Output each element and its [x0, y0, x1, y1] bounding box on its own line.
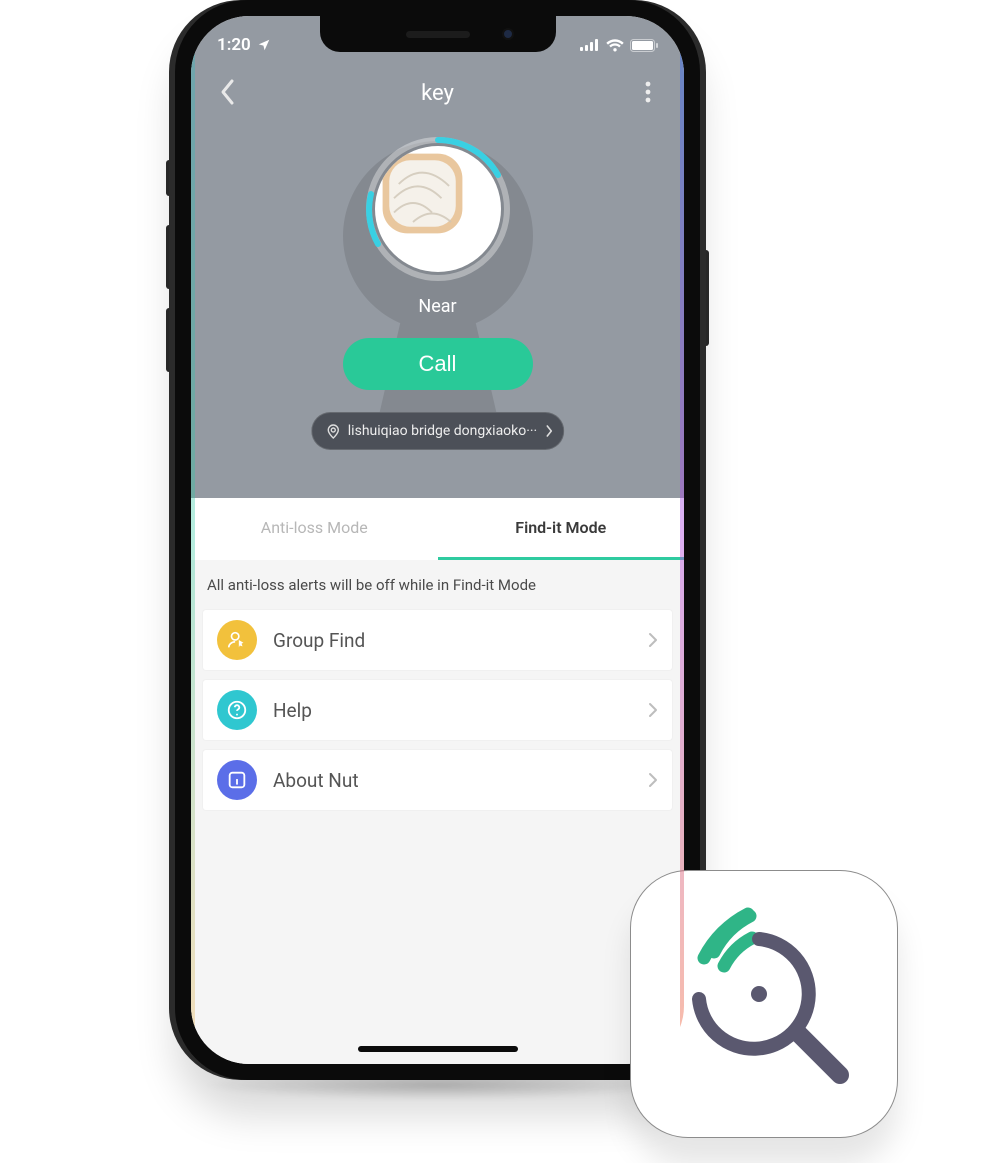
call-button[interactable]: Call: [343, 338, 533, 390]
chevron-right-icon: [648, 631, 658, 649]
group-find-icon: [217, 620, 257, 660]
notch: [320, 16, 556, 52]
about-icon: [217, 760, 257, 800]
tracker-device-icon: [375, 146, 470, 241]
screen: 1:20: [191, 16, 684, 1064]
row-label: Group Find: [273, 629, 632, 652]
home-indicator[interactable]: [358, 1046, 518, 1052]
back-button[interactable]: [211, 76, 243, 108]
location-arrow-icon: [257, 38, 271, 52]
row-help[interactable]: Help: [203, 680, 672, 740]
location-text: lishuiqiao bridge dongxiaoko···: [348, 423, 537, 439]
app-icon-card: [630, 870, 898, 1138]
phone-mockup: 1:20: [175, 0, 700, 1080]
mode-tabs: Anti-loss Mode Find-it Mode: [191, 498, 684, 560]
cellular-icon: [580, 39, 600, 51]
chevron-right-icon: [545, 424, 553, 438]
battery-icon: [630, 39, 658, 52]
row-group-find[interactable]: Group Find: [203, 610, 672, 670]
chevron-right-icon: [648, 701, 658, 719]
wifi-icon: [606, 39, 624, 52]
page-title: key: [421, 81, 454, 106]
proximity-label: Near: [191, 296, 684, 317]
row-about[interactable]: About Nut: [203, 750, 672, 810]
help-icon: [217, 690, 257, 730]
more-vertical-icon: [645, 81, 651, 103]
status-time: 1:20: [217, 35, 251, 55]
nav-bar: key: [191, 68, 684, 118]
content-body: All anti-loss alerts will be off while i…: [191, 560, 684, 1064]
device-avatar[interactable]: [363, 134, 513, 284]
location-chip[interactable]: lishuiqiao bridge dongxiaoko···: [311, 412, 564, 450]
hero-panel: key: [191, 16, 684, 498]
more-button[interactable]: [632, 76, 664, 108]
row-label: Help: [273, 699, 632, 722]
pin-icon: [326, 423, 340, 439]
chevron-left-icon: [219, 78, 235, 106]
tab-anti-loss[interactable]: Anti-loss Mode: [191, 498, 438, 560]
magnifier-signal-icon: [664, 904, 864, 1104]
mode-note: All anti-loss alerts will be off while i…: [191, 560, 684, 606]
row-label: About Nut: [273, 769, 632, 792]
tab-find-it[interactable]: Find-it Mode: [438, 498, 685, 560]
chevron-right-icon: [648, 771, 658, 789]
